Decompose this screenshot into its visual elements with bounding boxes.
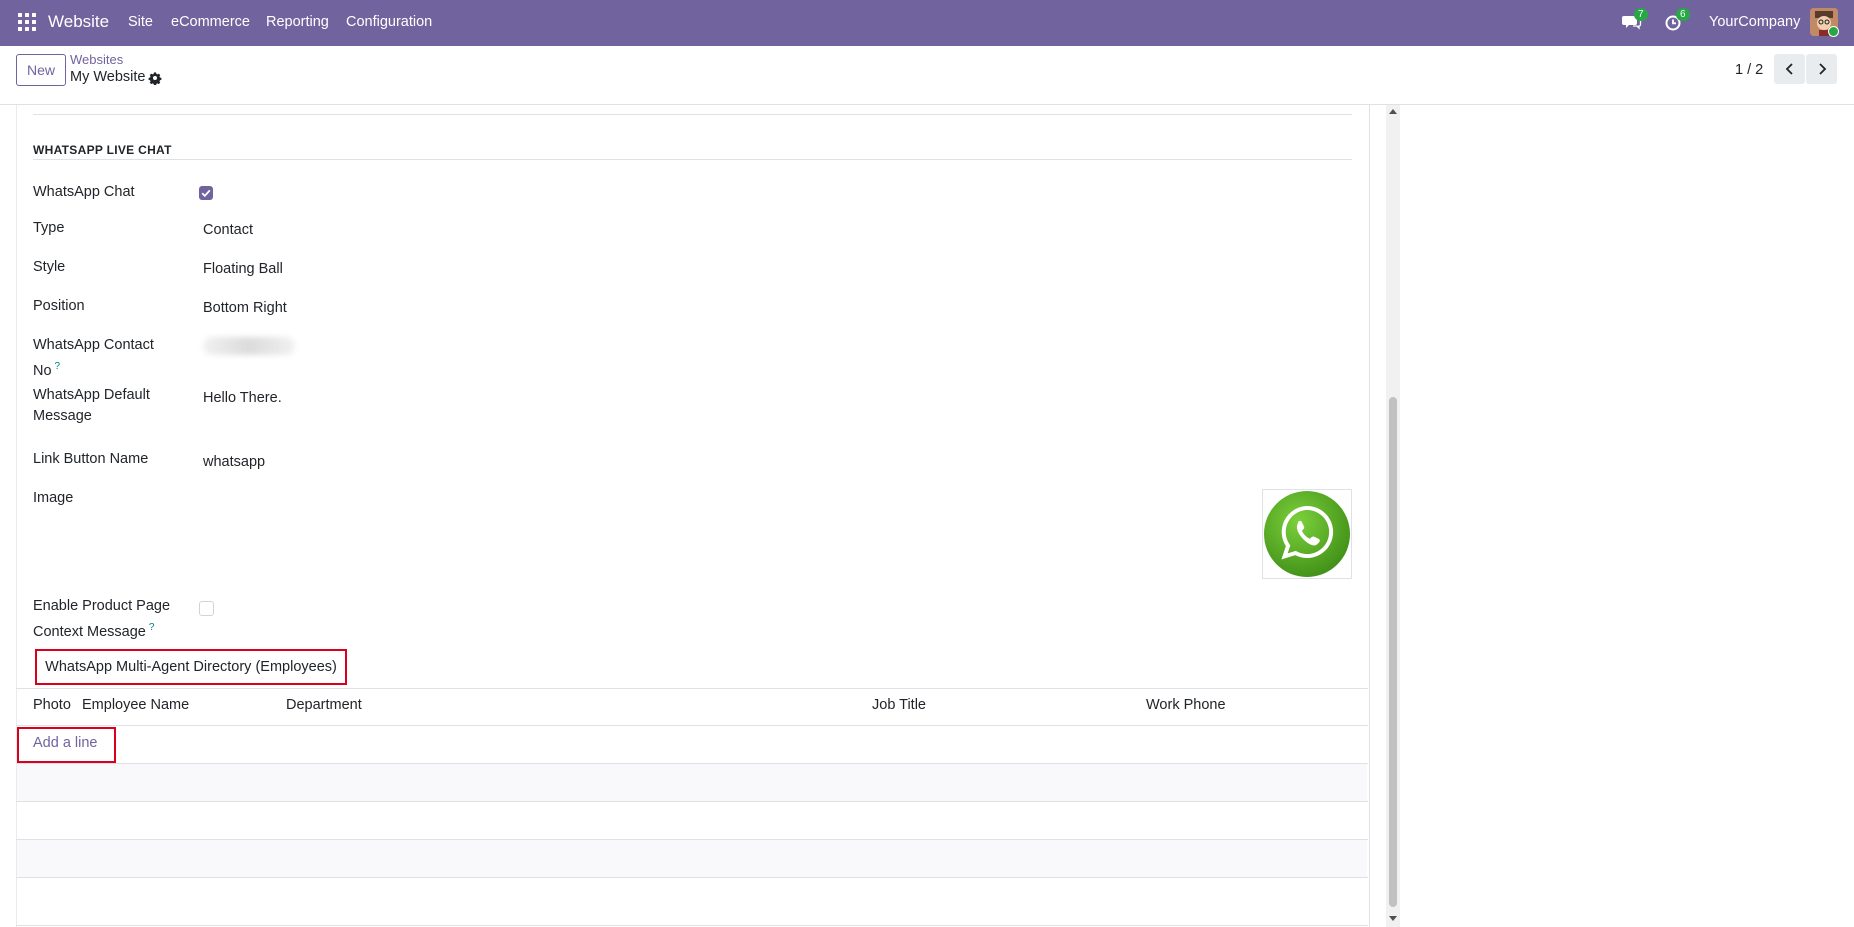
check-icon bbox=[201, 189, 211, 198]
default-message-label-line2: Message bbox=[33, 408, 92, 424]
tab-multi-agent-directory[interactable]: WhatsApp Multi-Agent Directory (Employee… bbox=[35, 649, 347, 685]
menu-ecommerce[interactable]: eCommerce bbox=[171, 14, 250, 30]
table-top-border bbox=[16, 688, 1368, 689]
add-a-line-link[interactable]: Add a line bbox=[33, 735, 98, 751]
section-divider bbox=[33, 159, 1352, 160]
link-button-name-label: Link Button Name bbox=[33, 451, 149, 467]
table-row bbox=[17, 764, 1367, 801]
side-panel bbox=[1400, 105, 1854, 927]
column-header-job-title[interactable]: Job Title bbox=[872, 697, 926, 713]
company-switcher[interactable]: YourCompany bbox=[1709, 14, 1800, 30]
whatsapp-chat-checkbox[interactable] bbox=[199, 186, 213, 200]
whatsapp-chat-label: WhatsApp Chat bbox=[33, 184, 135, 200]
product-context-label-line2: Context Message bbox=[33, 623, 146, 640]
whatsapp-image-field[interactable] bbox=[1262, 489, 1352, 579]
style-field[interactable]: Floating Ball bbox=[203, 261, 283, 277]
app-brand[interactable]: Website bbox=[48, 12, 109, 32]
new-button[interactable]: New bbox=[16, 54, 66, 86]
section-title: WHATSAPP LIVE CHAT bbox=[33, 143, 172, 157]
top-navbar: Website Site eCommerce Reporting Configu… bbox=[0, 0, 1854, 46]
contact-no-label: WhatsApp Contact No? bbox=[33, 335, 154, 382]
menu-site[interactable]: Site bbox=[128, 14, 153, 30]
apps-menu-icon[interactable] bbox=[18, 13, 36, 31]
default-message-label: WhatsApp Default Message bbox=[33, 385, 150, 427]
column-header-employee-name[interactable]: Employee Name bbox=[82, 697, 189, 713]
default-message-field[interactable]: Hello There. bbox=[203, 390, 282, 406]
breadcrumb-websites[interactable]: Websites bbox=[70, 52, 123, 67]
type-field[interactable]: Contact bbox=[203, 222, 253, 238]
chevron-right-icon bbox=[1818, 63, 1826, 75]
form-scrollbar[interactable] bbox=[1386, 105, 1400, 927]
table-row bbox=[17, 840, 1367, 877]
table-row bbox=[17, 878, 1367, 925]
column-header-department[interactable]: Department bbox=[286, 697, 362, 713]
messages-icon[interactable]: 7 bbox=[1622, 8, 1648, 34]
breadcrumb-current: My Website bbox=[70, 69, 146, 85]
style-label: Style bbox=[33, 259, 66, 275]
scroll-up-arrow-icon[interactable] bbox=[1389, 109, 1397, 114]
product-context-checkbox[interactable] bbox=[199, 601, 214, 616]
whatsapp-logo-icon bbox=[1264, 491, 1350, 577]
default-message-label-line1: WhatsApp Default bbox=[33, 387, 150, 403]
pager-next-button[interactable] bbox=[1806, 54, 1837, 84]
online-status-dot bbox=[1828, 26, 1839, 37]
column-header-photo[interactable]: Photo bbox=[33, 697, 71, 713]
messages-badge: 7 bbox=[1634, 8, 1648, 21]
scroll-down-arrow-icon[interactable] bbox=[1389, 916, 1397, 921]
link-button-name-field[interactable]: whatsapp bbox=[203, 454, 265, 470]
help-tooltip-icon[interactable]: ? bbox=[55, 361, 61, 372]
type-label: Type bbox=[33, 220, 65, 236]
control-panel: New Websites My Website 1 / 2 bbox=[0, 46, 1854, 105]
chevron-left-icon bbox=[1785, 63, 1793, 75]
contact-no-label-line1: WhatsApp Contact bbox=[33, 337, 154, 353]
contact-no-field[interactable] bbox=[203, 337, 295, 355]
gear-icon[interactable] bbox=[148, 71, 162, 85]
help-tooltip-icon[interactable]: ? bbox=[149, 622, 155, 633]
image-label: Image bbox=[33, 490, 74, 506]
activities-icon[interactable]: 6 bbox=[1664, 8, 1690, 34]
position-field[interactable]: Bottom Right bbox=[203, 300, 287, 316]
menu-configuration[interactable]: Configuration bbox=[346, 14, 432, 30]
table-row bbox=[17, 802, 1367, 839]
activities-badge: 6 bbox=[1676, 8, 1690, 21]
product-context-label-line1: Enable Product Page bbox=[33, 598, 171, 614]
contact-no-label-line2: No bbox=[33, 362, 52, 379]
menu-reporting[interactable]: Reporting bbox=[266, 14, 329, 30]
product-context-label: Enable Product Page Context Message? bbox=[33, 596, 170, 643]
divider bbox=[33, 114, 1352, 115]
pager-previous-button[interactable] bbox=[1774, 54, 1805, 84]
table-header-border bbox=[16, 725, 1368, 726]
scroll-thumb[interactable] bbox=[1389, 397, 1397, 907]
column-header-work-phone[interactable]: Work Phone bbox=[1146, 697, 1226, 713]
position-label: Position bbox=[33, 298, 85, 314]
table-bottom-border bbox=[16, 925, 1368, 926]
pager-value[interactable]: 1 / 2 bbox=[1735, 62, 1763, 78]
